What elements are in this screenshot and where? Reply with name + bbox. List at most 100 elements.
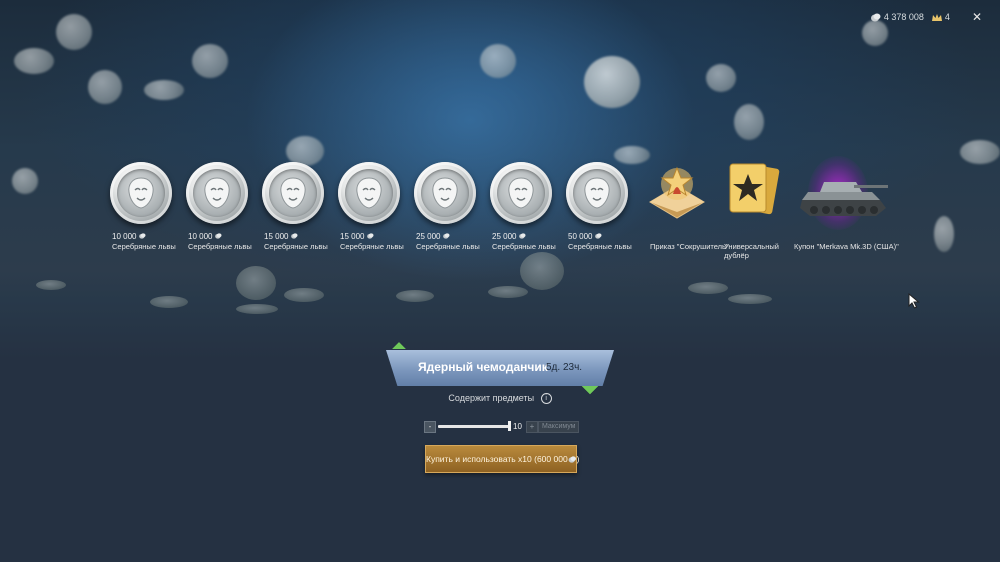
reward-thumb bbox=[562, 160, 628, 226]
floating-coin-deco bbox=[12, 168, 38, 194]
reward-item[interactable]: 50 000 Серебряные львы bbox=[562, 160, 634, 251]
reward-item[interactable]: 15 000 Серебряные львы bbox=[334, 160, 406, 251]
reward-amount-value: 10 000 bbox=[188, 232, 213, 241]
reward-thumb bbox=[796, 156, 896, 230]
silver-balance: 4 378 008 bbox=[870, 12, 924, 22]
floor-coin-deco bbox=[236, 304, 278, 314]
reward-item[interactable]: Универсальный дублёр bbox=[716, 160, 788, 260]
floating-coin-deco bbox=[192, 44, 228, 78]
reward-title: Серебряные львы bbox=[492, 242, 556, 251]
reward-thumb bbox=[410, 160, 476, 226]
order-icon bbox=[649, 166, 705, 219]
reward-title: Купон "Merkava Mk.3D (США)" bbox=[794, 242, 899, 251]
silver-lion-coin-icon bbox=[414, 162, 476, 224]
buy-button-label: Купить и использовать x10 (600 000 bbox=[426, 454, 568, 464]
floating-coin-deco bbox=[960, 140, 1000, 164]
reward-title: Серебряные львы bbox=[112, 242, 176, 251]
reward-thumb bbox=[334, 160, 400, 226]
reward-title: Серебряные львы bbox=[188, 242, 252, 251]
reward-title: Универсальный дублёр bbox=[724, 242, 779, 260]
silver-lion-coin-icon bbox=[338, 162, 400, 224]
gold-balance: 4 bbox=[931, 12, 950, 22]
silver-coin-icon bbox=[138, 233, 146, 239]
silver-coin-icon bbox=[518, 233, 526, 239]
quantity-value: 10 bbox=[513, 422, 522, 431]
reward-item[interactable]: 25 000 Серебряные львы bbox=[486, 160, 558, 251]
silver-lion-coin-icon bbox=[566, 162, 628, 224]
currency-bar: 4 378 008 4 ✕ bbox=[870, 10, 982, 24]
floor-coin-deco bbox=[688, 282, 728, 294]
reward-item[interactable]: 25 000 Серебряные львы bbox=[410, 160, 482, 251]
gold-amount: 4 bbox=[944, 12, 950, 22]
quantity-max-button[interactable]: Максимум bbox=[538, 421, 580, 433]
floor-coin-deco bbox=[150, 296, 188, 308]
reward-amount: 25 000 bbox=[492, 232, 526, 241]
reward-amount: 50 000 bbox=[568, 232, 602, 241]
silver-coin-icon bbox=[290, 233, 298, 239]
gold-crown-icon bbox=[931, 13, 942, 21]
mouse-cursor-icon bbox=[908, 293, 920, 309]
reward-amount-value: 15 000 bbox=[340, 232, 365, 241]
reward-thumb bbox=[644, 160, 710, 226]
close-button[interactable]: ✕ bbox=[972, 10, 982, 24]
silver-lion-coin-icon bbox=[490, 162, 552, 224]
reward-thumb bbox=[106, 160, 172, 226]
silver-lion-coin-icon bbox=[110, 162, 172, 224]
buy-button-label-tail: ) bbox=[576, 454, 580, 464]
reward-amount: 15 000 bbox=[264, 232, 298, 241]
reward-amount-value: 25 000 bbox=[492, 232, 517, 241]
info-icon[interactable]: i bbox=[540, 393, 552, 405]
reward-thumb bbox=[182, 160, 248, 226]
floor-coin-deco bbox=[728, 294, 772, 304]
floor-coin-deco bbox=[396, 290, 434, 302]
reward-item[interactable]: Купон "Merkava Mk.3D (США)" bbox=[794, 156, 906, 251]
reward-amount: 10 000 bbox=[188, 232, 222, 241]
floating-coin-deco bbox=[734, 104, 764, 140]
reward-amount-value: 15 000 bbox=[264, 232, 289, 241]
floating-coin-deco bbox=[706, 64, 736, 92]
floating-coin-deco bbox=[480, 44, 516, 78]
buy-and-use-button[interactable]: Купить и использовать x10 (600 000) bbox=[425, 445, 580, 473]
reward-amount-value: 25 000 bbox=[416, 232, 441, 241]
quantity-slider-track[interactable] bbox=[438, 425, 510, 428]
floating-coin-deco bbox=[584, 56, 640, 108]
silver-amount: 4 378 008 bbox=[883, 12, 924, 22]
floor-coin-deco bbox=[36, 280, 66, 290]
floor-coin-deco bbox=[488, 286, 528, 298]
reward-thumb bbox=[716, 160, 782, 226]
reward-amount: 15 000 bbox=[340, 232, 374, 241]
reward-item[interactable]: 10 000 Серебряные львы bbox=[106, 160, 178, 251]
quantity-slider-handle[interactable] bbox=[508, 421, 511, 431]
silver-coin-icon bbox=[366, 233, 374, 239]
silver-coin-icon bbox=[870, 13, 881, 21]
tank-coupon-icon bbox=[800, 182, 888, 216]
contains-items-label: Содержит предметы i bbox=[0, 393, 1000, 405]
silver-lion-coin-icon bbox=[262, 162, 324, 224]
quantity-selector: - 10 + Максимум bbox=[424, 421, 584, 433]
silver-coin-icon bbox=[442, 233, 450, 239]
container-name: Ядерный чемоданчик bbox=[418, 360, 548, 374]
rewards-list: 10 000 Серебряные львы 10 000 Серебряные… bbox=[106, 156, 906, 260]
reward-amount-value: 10 000 bbox=[112, 232, 137, 241]
reward-item[interactable]: 15 000 Серебряные львы bbox=[258, 160, 330, 251]
silver-lion-coin-icon bbox=[186, 162, 248, 224]
quantity-decrease-button[interactable]: - bbox=[424, 421, 436, 433]
silver-coin-icon bbox=[568, 456, 576, 463]
silver-coin-icon bbox=[214, 233, 222, 239]
container-timer: 5д. 23ч. bbox=[546, 362, 583, 373]
reward-title: Серебряные львы bbox=[568, 242, 632, 251]
reward-thumb bbox=[258, 160, 324, 226]
universal-backup-icon bbox=[729, 163, 780, 215]
floating-coin-deco bbox=[88, 70, 122, 104]
reward-amount-value: 50 000 bbox=[568, 232, 593, 241]
reward-thumb bbox=[486, 160, 552, 226]
quantity-increase-button[interactable]: + bbox=[526, 421, 538, 433]
reward-amount: 25 000 bbox=[416, 232, 450, 241]
reward-item[interactable]: Приказ "Сокрушитель" bbox=[644, 160, 729, 251]
reward-title: Приказ "Сокрушитель" bbox=[650, 242, 729, 251]
reward-amount: 10 000 bbox=[112, 232, 146, 241]
reward-title: Серебряные львы bbox=[340, 242, 404, 251]
container-banner: Ядерный чемоданчик 5д. 23ч. bbox=[386, 350, 614, 386]
reward-item[interactable]: 10 000 Серебряные львы bbox=[182, 160, 254, 251]
floating-coin-deco bbox=[934, 216, 954, 252]
